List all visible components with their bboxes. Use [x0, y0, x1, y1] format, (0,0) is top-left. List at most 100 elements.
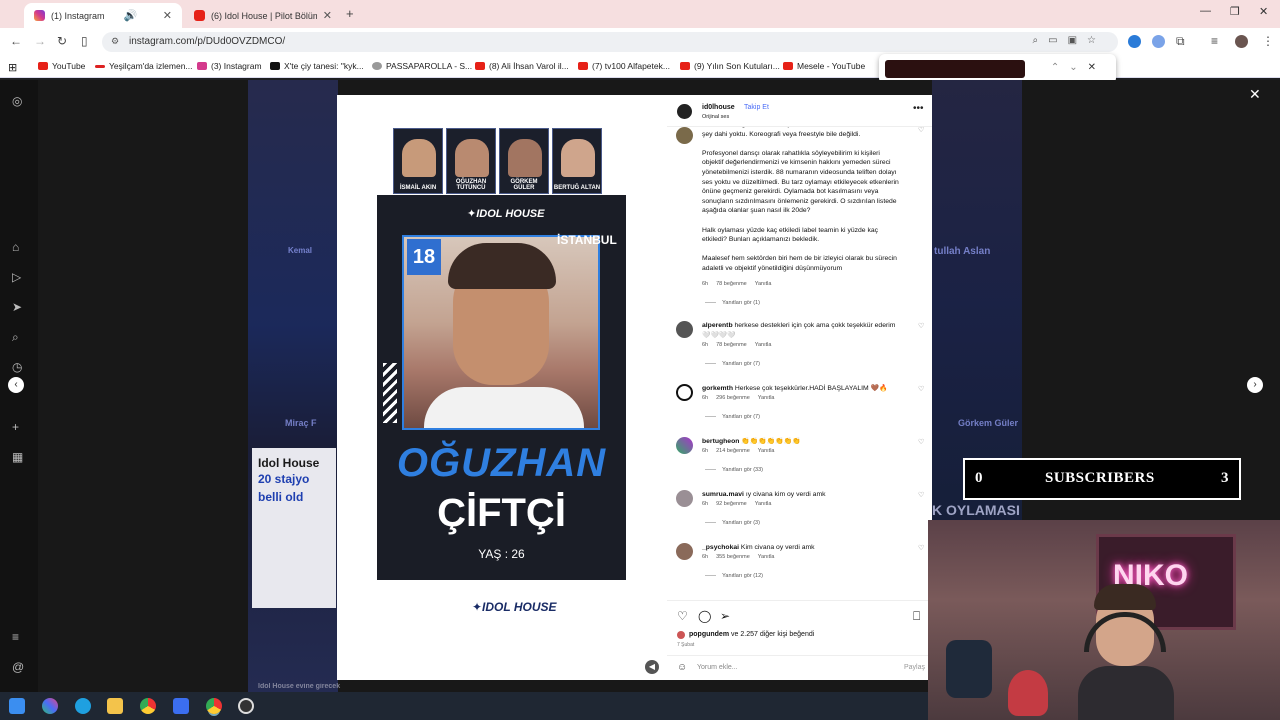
bookmark-item[interactable]: (9) Yılın Son Kutuları...: [680, 61, 780, 71]
bookmark-item[interactable]: Mesele - YouTube: [783, 61, 865, 71]
find-next-icon[interactable]: ⌄: [1069, 62, 1087, 73]
like-heart-icon[interactable]: ♡: [918, 127, 924, 134]
tab-search-icon[interactable]: ≡: [1211, 34, 1218, 48]
find-close-icon[interactable]: ✕: [1088, 62, 1106, 73]
search-icon[interactable]: ⌕: [12, 330, 19, 345]
cast-icon[interactable]: ▣: [1068, 35, 1087, 46]
new-tab-icon[interactable]: +: [346, 6, 354, 21]
bookmark-star-icon[interactable]: ☆: [1087, 35, 1106, 46]
speaker-icon[interactable]: 🔊: [124, 9, 138, 22]
comment-username[interactable]: sumrua.mavi: [702, 491, 744, 498]
chrome-icon[interactable]: [206, 698, 222, 714]
bookmark-item[interactable]: Yeşilçam'da izlemen...: [95, 61, 193, 71]
avatar[interactable]: [676, 384, 693, 401]
home-icon[interactable]: ⌂: [12, 240, 19, 254]
reels-icon[interactable]: ▷: [12, 270, 21, 284]
menu-icon[interactable]: ⋮: [1262, 34, 1274, 48]
store-icon[interactable]: [173, 698, 189, 714]
like-heart-icon[interactable]: ♡: [918, 438, 924, 446]
emoji-icon[interactable]: ☺: [677, 662, 687, 673]
comment-username[interactable]: bertugheon: [702, 438, 739, 445]
site-info-icon[interactable]: ⚙: [111, 36, 119, 47]
post-media[interactable]: İSMAİL AKIN OĞUZHAN TÜTÜNCÜ GÖRKEM GÜLER…: [337, 95, 667, 680]
like-heart-icon[interactable]: ♡: [918, 385, 924, 393]
instagram-logo-icon[interactable]: ◎: [12, 94, 22, 108]
avatar[interactable]: [677, 631, 685, 639]
send-icon[interactable]: ➤: [12, 300, 22, 314]
edge-icon[interactable]: [75, 698, 91, 714]
bookmark-item[interactable]: (7) tv100 Alfapetek...: [578, 61, 670, 71]
like-heart-icon[interactable]: ♡: [918, 491, 924, 499]
apps-grid-icon[interactable]: ⊞: [8, 61, 17, 74]
close-window-icon[interactable]: ✕: [1259, 5, 1268, 18]
comment-list[interactable]: sdasusam Ege öztürkün başvuru videosunda…: [667, 127, 932, 602]
tab-youtube[interactable]: (6) Idol House | Pilot Bölüm - Yo ✕: [184, 3, 342, 28]
obs-icon[interactable]: [238, 698, 254, 714]
install-icon[interactable]: ▭: [1048, 35, 1067, 46]
reply-button[interactable]: Yanıtla: [755, 501, 772, 507]
view-replies-button[interactable]: —— Yanıtları gör (7): [705, 414, 760, 420]
reply-button[interactable]: Yanıtla: [758, 554, 775, 560]
minimize-icon[interactable]: —: [1200, 5, 1211, 17]
bookmark-item[interactable]: X'te çiy tanesi: "kyk...: [270, 61, 364, 71]
profile-avatar[interactable]: [1235, 35, 1248, 48]
view-replies-button[interactable]: —— Yanıtları gör (1): [705, 300, 760, 306]
copilot-icon[interactable]: [42, 698, 58, 714]
view-replies-button[interactable]: —— Yanıtları gör (12): [705, 573, 763, 579]
view-replies-button[interactable]: —— Yanıtları gör (7): [705, 361, 760, 367]
add-comment-input[interactable]: Yorum ekle...: [697, 664, 738, 671]
tab-instagram[interactable]: (1) Instagram 🔊 ✕: [24, 3, 182, 28]
back-icon[interactable]: ←: [10, 34, 22, 48]
url-field[interactable]: ⚙ instagram.com/p/DUd0OVZDMCO/ ⌕▭▣☆: [102, 32, 1118, 52]
bookmark-item[interactable]: (3) Instagram: [197, 61, 262, 71]
close-tab-icon[interactable]: ✕: [163, 9, 172, 22]
reply-button[interactable]: Yanıtla: [755, 281, 772, 287]
comment-username[interactable]: sdasusam: [702, 127, 735, 128]
extensions-puzzle-icon[interactable]: ⧉: [1176, 34, 1185, 49]
windows-start-icon[interactable]: [9, 698, 25, 714]
view-replies-button[interactable]: —— Yanıtları gör (3): [705, 520, 760, 526]
avatar[interactable]: [676, 321, 693, 338]
comment-icon[interactable]: ◯: [698, 609, 711, 623]
prev-post-arrow-icon[interactable]: ‹: [8, 377, 24, 393]
follow-button[interactable]: Takip Et: [744, 104, 769, 111]
explore-icon[interactable]: ◷: [12, 360, 22, 374]
reply-button[interactable]: Yanıtla: [758, 395, 775, 401]
more-menu-icon[interactable]: ≡: [12, 630, 19, 644]
share-send-icon[interactable]: ➢: [720, 609, 730, 623]
next-post-arrow-icon[interactable]: ›: [1247, 377, 1263, 393]
dashboard-icon[interactable]: ▦: [12, 450, 23, 464]
find-prev-icon[interactable]: ⌃: [1051, 62, 1069, 73]
extension-icon[interactable]: [1128, 35, 1141, 48]
comment-username[interactable]: _psychokai: [702, 544, 739, 551]
find-input[interactable]: [885, 60, 1025, 78]
reload-icon[interactable]: ↻: [57, 34, 67, 48]
restore-icon[interactable]: ❐: [1230, 5, 1240, 18]
like-heart-icon[interactable]: ♡: [677, 609, 688, 623]
audio-label[interactable]: Orijinal ses: [702, 114, 729, 120]
post-comment-button[interactable]: Paylaş: [904, 664, 925, 671]
bookmark-item[interactable]: (8) Ali İhsan Varol il...: [475, 61, 569, 71]
bookmark-item[interactable]: PASSAPAROLLA - S...: [372, 61, 472, 71]
chrome-icon[interactable]: [140, 698, 156, 714]
comment-username[interactable]: gorkemth: [702, 385, 733, 392]
avatar[interactable]: [676, 437, 693, 454]
more-options-icon[interactable]: •••: [913, 103, 924, 114]
mute-icon[interactable]: ◀: [645, 660, 659, 674]
avatar[interactable]: [676, 490, 693, 507]
likes-summary[interactable]: popgundem ve 2.257 diğer kişi beğendi: [689, 631, 814, 638]
bookmark-item[interactable]: YouTube: [38, 61, 85, 71]
zoom-icon[interactable]: ⌕: [1033, 35, 1049, 46]
avatar[interactable]: [676, 127, 693, 144]
comment-username[interactable]: alperentb: [702, 322, 733, 329]
view-replies-button[interactable]: —— Yanıtları gör (33): [705, 467, 763, 473]
reply-button[interactable]: Yanıtla: [758, 448, 775, 454]
avatar[interactable]: [677, 104, 692, 119]
side-panel-icon[interactable]: ▯: [81, 34, 88, 48]
file-explorer-icon[interactable]: [107, 698, 123, 714]
like-heart-icon[interactable]: ♡: [918, 544, 924, 552]
close-tab-icon[interactable]: ✕: [323, 9, 332, 22]
avatar[interactable]: [676, 543, 693, 560]
reply-button[interactable]: Yanıtla: [755, 342, 772, 348]
create-icon[interactable]: +: [12, 420, 19, 434]
